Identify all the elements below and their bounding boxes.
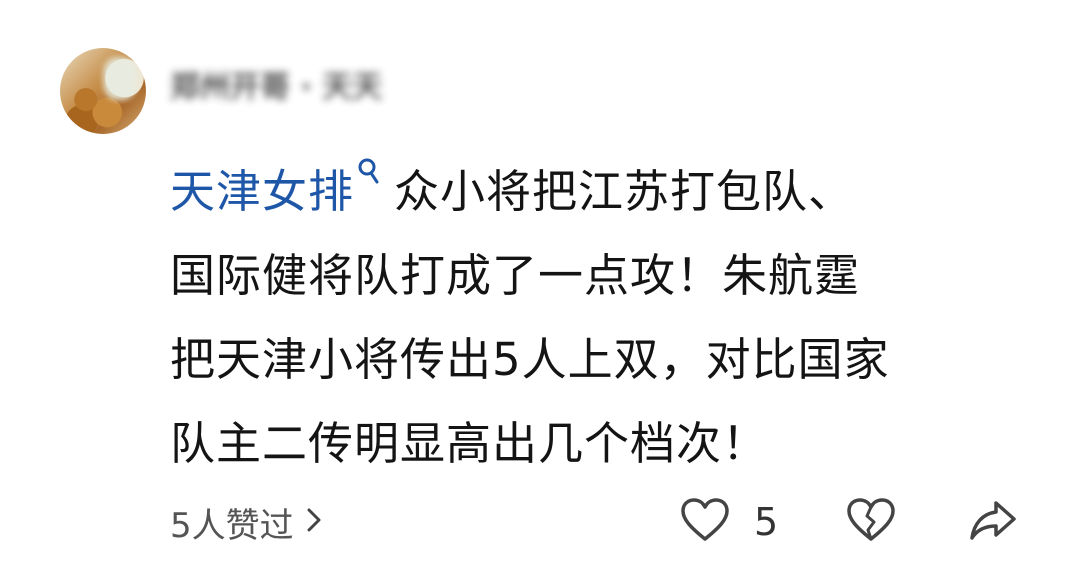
dislike-button[interactable] bbox=[846, 496, 896, 548]
heart-icon bbox=[680, 497, 730, 547]
comment-body: 天津女排 众小将把江苏打包队、 国际健将队打成了一点攻！朱航霆 把天津小将传出5人… bbox=[170, 150, 1030, 486]
search-icon[interactable] bbox=[356, 157, 380, 187]
username-blurred[interactable]: 郑州开哥 · 天天 bbox=[170, 62, 382, 106]
avatar[interactable] bbox=[60, 48, 146, 134]
comment-line-1: 众小将把江苏打包队、 bbox=[394, 165, 855, 218]
avatar-detail bbox=[103, 56, 138, 100]
share-icon bbox=[968, 497, 1018, 547]
comment-line-3: 把天津小将传出5人上双，对比国家 bbox=[170, 333, 890, 386]
like-button[interactable]: 5 bbox=[680, 496, 778, 548]
comment-line-2: 国际健将队打成了一点攻！朱航霆 bbox=[170, 249, 861, 302]
broken-heart-icon bbox=[846, 497, 896, 547]
chevron-right-icon bbox=[306, 502, 322, 542]
liked-by-label: 5人赞过 bbox=[170, 505, 294, 546]
like-count: 5 bbox=[754, 500, 779, 544]
liked-by-link[interactable]: 5人赞过 bbox=[170, 498, 322, 546]
topic-link[interactable]: 天津女排 bbox=[170, 165, 354, 218]
comment-line-4: 队主二传明显高出几个档次！ bbox=[170, 417, 769, 470]
share-button[interactable] bbox=[968, 496, 1018, 548]
